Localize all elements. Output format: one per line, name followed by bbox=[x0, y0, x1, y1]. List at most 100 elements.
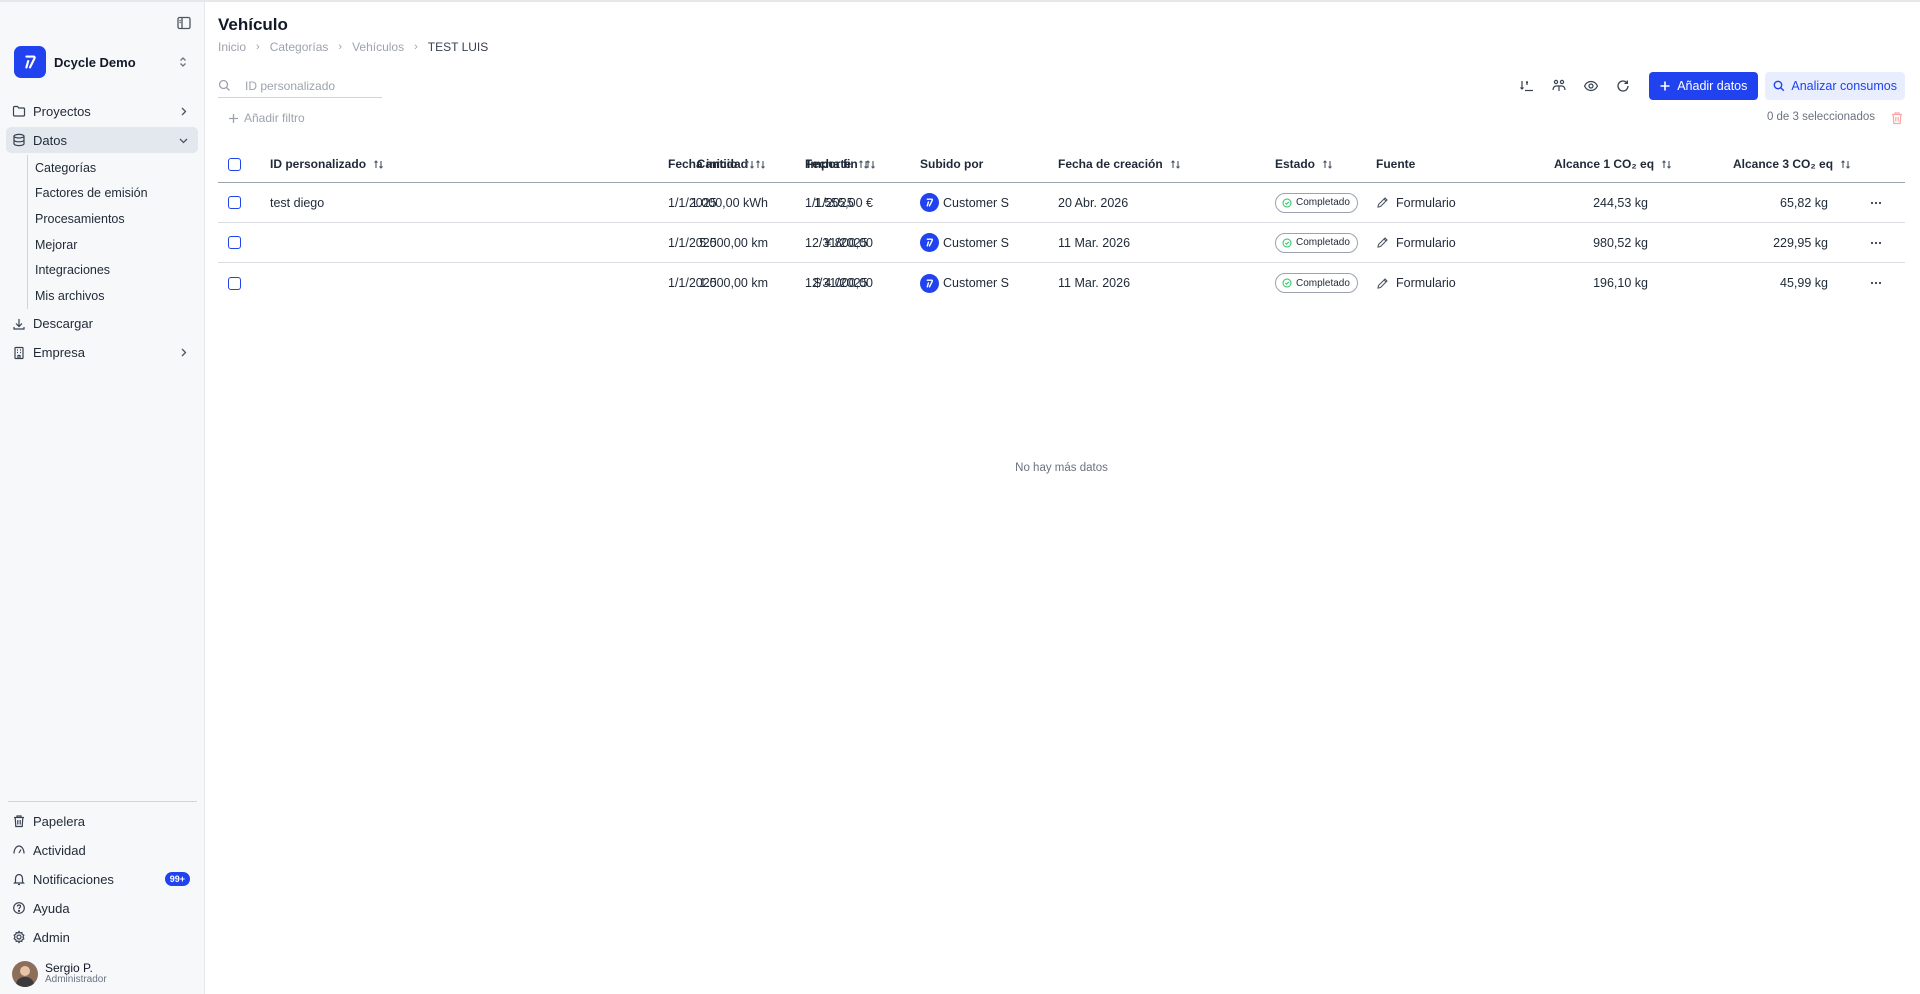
cell-estado: Completado bbox=[1275, 223, 1358, 262]
table-row[interactable]: 1.000,00 km $ 4.000,00 1/1/2025 12/31/20… bbox=[218, 263, 1905, 303]
submenu-item-factores[interactable]: Factores de emisión bbox=[27, 180, 198, 207]
database-icon bbox=[12, 133, 26, 147]
breadcrumb-item-categorias[interactable]: Categorías bbox=[270, 40, 329, 54]
sort-arrows-icon[interactable] bbox=[1322, 159, 1333, 170]
group-by-icon[interactable] bbox=[1551, 78, 1567, 94]
cell-subido-por: Customer S bbox=[920, 183, 1009, 222]
trash-icon[interactable] bbox=[1890, 111, 1904, 125]
breadcrumb-item-inicio[interactable]: Inicio bbox=[218, 40, 246, 54]
table-row[interactable]: 5.000,00 km ¥ 800,00 1/1/2025 12/31/2025… bbox=[218, 223, 1905, 263]
sidebar: Dcycle Demo Proyectos Datos Categorías F… bbox=[0, 2, 205, 994]
sidebar-item-label: Admin bbox=[33, 929, 70, 945]
sort-arrows-icon[interactable] bbox=[744, 159, 755, 170]
eye-icon[interactable] bbox=[1583, 78, 1599, 94]
row-actions-cell bbox=[1868, 183, 1884, 222]
more-options-icon[interactable] bbox=[1868, 195, 1884, 211]
cell-estado: Completado bbox=[1275, 183, 1358, 222]
breadcrumb-separator-icon: › bbox=[414, 41, 418, 53]
sidebar-item-label: Ayuda bbox=[33, 900, 70, 916]
workspace-switcher[interactable]: Dcycle Demo bbox=[14, 45, 190, 79]
cell-fecha-fin: 12/31/2025 bbox=[805, 276, 868, 290]
sidebar-item-descargar[interactable]: Descargar bbox=[6, 311, 198, 337]
column-header-estado[interactable]: Estado bbox=[1275, 146, 1333, 182]
source-label: Formulario bbox=[1396, 235, 1456, 250]
plus-icon bbox=[1659, 80, 1671, 92]
cell-cantidad: 1.000,00 kWh bbox=[690, 195, 768, 210]
submenu-item-mejorar[interactable]: Mejorar bbox=[27, 231, 198, 258]
submenu-item-categorias[interactable]: Categorías bbox=[27, 155, 198, 181]
column-header-fecha-fin[interactable]: Fecha fin bbox=[805, 146, 876, 182]
sidebar-item-proyectos[interactable]: Proyectos bbox=[6, 98, 198, 124]
cell-alcance1: 196,10 kg bbox=[1593, 276, 1648, 290]
add-data-label: Añadir datos bbox=[1677, 79, 1748, 93]
breadcrumb: Inicio › Categorías › Vehículos › TEST L… bbox=[218, 40, 488, 54]
more-options-icon[interactable] bbox=[1868, 275, 1884, 291]
cell-fecha-creacion: 20 Abr. 2026 bbox=[1058, 195, 1129, 210]
status-badge: Completado bbox=[1275, 192, 1358, 213]
column-header-fecha-inicio[interactable]: Fecha inicio bbox=[668, 146, 755, 182]
analyze-consumption-button[interactable]: Analizar consumos bbox=[1765, 72, 1905, 100]
cell-subido-por: Customer S bbox=[920, 263, 1009, 303]
add-filter-button[interactable]: Añadir filtro bbox=[228, 111, 305, 125]
breadcrumb-item-vehiculos[interactable]: Vehículos bbox=[352, 40, 404, 54]
chevron-down-icon bbox=[177, 134, 190, 147]
gear-icon bbox=[12, 930, 26, 944]
notification-count-badge: 99+ bbox=[164, 872, 190, 886]
column-header-label: Fuente bbox=[1376, 157, 1416, 171]
main-nav: Proyectos Datos Categorías Factores de e… bbox=[6, 98, 198, 369]
sidebar-toggle-icon[interactable] bbox=[176, 15, 192, 31]
cell-estado: Completado bbox=[1275, 263, 1358, 303]
analyze-consumption-label: Analizar consumos bbox=[1791, 79, 1897, 93]
sidebar-item-notificaciones[interactable]: Notificaciones 99+ bbox=[6, 866, 198, 892]
row-checkbox[interactable] bbox=[228, 236, 241, 249]
check-circle-icon bbox=[1282, 198, 1292, 208]
column-header-id[interactable]: ID personalizado bbox=[270, 146, 384, 182]
uploader-avatar bbox=[920, 193, 939, 212]
cell-alcance3: 65,82 kg bbox=[1780, 195, 1828, 210]
sidebar-item-empresa[interactable]: Empresa bbox=[6, 340, 198, 366]
column-header-label: Subido por bbox=[920, 157, 984, 171]
cell-alcance3: 45,99 kg bbox=[1780, 276, 1828, 290]
uploader-name: Customer S bbox=[943, 195, 1009, 210]
sidebar-item-admin[interactable]: Admin bbox=[6, 924, 198, 950]
toolbar: Añadir datos Analizar consumos bbox=[1519, 72, 1905, 100]
column-header-alcance1[interactable]: Alcance 1 CO₂ eq bbox=[1554, 146, 1672, 182]
row-checkbox[interactable] bbox=[228, 276, 241, 290]
data-table: ID personalizado Cantidad Importe Fecha … bbox=[218, 146, 1905, 474]
refresh-icon[interactable] bbox=[1615, 78, 1631, 94]
submenu-item-archivos[interactable]: Mis archivos bbox=[27, 282, 198, 309]
submenu-item-integraciones[interactable]: Integraciones bbox=[27, 257, 198, 283]
sidebar-item-actividad[interactable]: Actividad bbox=[6, 837, 198, 863]
more-options-icon[interactable] bbox=[1868, 235, 1884, 251]
cell-alcance1: 244,53 kg bbox=[1593, 195, 1648, 210]
sidebar-item-label: Descargar bbox=[33, 316, 93, 332]
row-select-cell bbox=[228, 263, 241, 303]
sort-arrows-icon[interactable] bbox=[1661, 159, 1672, 170]
row-checkbox[interactable] bbox=[228, 196, 241, 209]
cell-id: test diego bbox=[270, 195, 325, 210]
sidebar-item-papelera[interactable]: Papelera bbox=[6, 808, 198, 834]
sort-arrows-icon[interactable] bbox=[1840, 159, 1851, 170]
cell-fecha-inicio: 1/1/2025 bbox=[668, 195, 717, 210]
sidebar-item-ayuda[interactable]: Ayuda bbox=[6, 895, 198, 921]
user-profile[interactable]: Sergio P. Administrador bbox=[12, 959, 197, 989]
search-input[interactable] bbox=[245, 78, 375, 93]
column-header-fecha-creacion[interactable]: Fecha de creación bbox=[1058, 146, 1181, 182]
add-data-button[interactable]: Añadir datos bbox=[1649, 72, 1759, 100]
sort-order-icon[interactable] bbox=[1519, 78, 1535, 94]
sort-arrows-icon[interactable] bbox=[1170, 159, 1181, 170]
cell-fecha-fin: 12/31/2025 bbox=[805, 235, 868, 250]
table-row[interactable]: test diego 1.000,00 kWh 1.555,00 € 1/1/2… bbox=[218, 183, 1905, 223]
column-header-alcance3[interactable]: Alcance 3 CO₂ eq bbox=[1733, 146, 1851, 182]
submenu-item-procesamientos[interactable]: Procesamientos bbox=[27, 206, 198, 232]
select-all-checkbox[interactable] bbox=[228, 157, 241, 171]
sort-arrows-icon[interactable] bbox=[755, 159, 766, 170]
chevron-right-icon bbox=[177, 346, 190, 359]
sidebar-item-datos[interactable]: Datos bbox=[6, 127, 198, 153]
status-badge: Completado bbox=[1275, 273, 1358, 293]
bell-icon bbox=[12, 872, 26, 886]
sort-arrows-icon[interactable] bbox=[865, 159, 876, 170]
sort-arrows-icon[interactable] bbox=[373, 159, 384, 170]
add-filter-label: Añadir filtro bbox=[244, 111, 305, 125]
status-badge: Completado bbox=[1275, 232, 1358, 253]
